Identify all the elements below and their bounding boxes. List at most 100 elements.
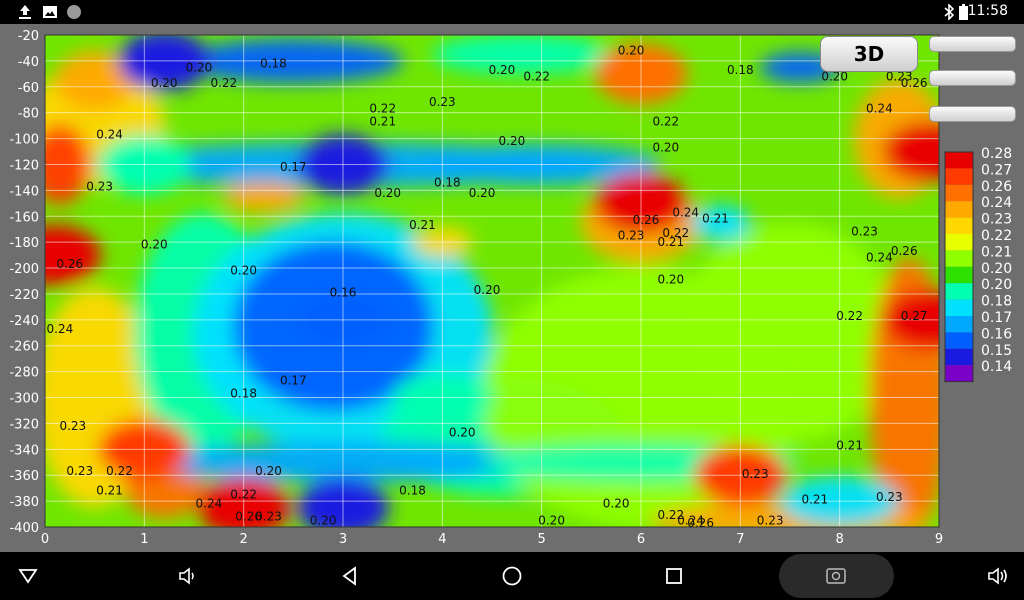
contour-label: 0.22 (652, 115, 679, 129)
status-bar: 11:58 (0, 0, 1024, 24)
menu-button-2[interactable] (929, 70, 1016, 86)
y-tick-label: -180 (9, 236, 39, 251)
contour-label: 0.22 (369, 102, 396, 116)
y-tick-label: -380 (9, 495, 39, 510)
contour-label: 0.22 (836, 309, 863, 323)
contour-label: 0.17 (280, 160, 307, 174)
contour-label: 0.23 (618, 229, 645, 243)
contour-label: 0.20 (310, 513, 337, 527)
volume-down-icon (179, 567, 194, 585)
colorbar-swatch (945, 299, 973, 316)
contour-label: 0.23 (876, 490, 903, 504)
x-tick-label: 3 (339, 532, 347, 547)
contour-label: 0.20 (603, 497, 630, 511)
recents-button[interactable] (654, 552, 694, 600)
contour-label: 0.26 (235, 510, 262, 524)
x-tick-label: 5 (538, 532, 546, 547)
colorbar-label: 0.14 (981, 359, 1012, 375)
menu-button-3[interactable] (929, 106, 1016, 122)
app-area: 0.24 0.23 0.20 0.20 0.22 0.18 0.21 0.22 0.23 0.20… (0, 24, 1024, 552)
bluetooth-icon (944, 4, 955, 20)
contour-label: 0.27 (901, 309, 928, 323)
contour-label: 0.23 (86, 179, 113, 193)
3d-view-button[interactable]: 3D (820, 36, 918, 72)
back-button[interactable] (330, 552, 370, 600)
colorbar-label: 0.18 (981, 294, 1012, 310)
contour-label: 0.26 (56, 257, 83, 271)
contour-label: 0.22 (106, 464, 133, 478)
colorbar-swatch (945, 184, 973, 202)
menu-button-1[interactable] (929, 36, 1016, 52)
colorbar-label: 0.28 (981, 146, 1012, 162)
x-tick-label: 8 (836, 532, 844, 547)
y-tick-label: -40 (18, 55, 39, 70)
colorbar-swatch (945, 348, 973, 366)
colorbar-swatch (945, 217, 973, 234)
contour-chart[interactable]: 0.240.230.200.200.220.180.210.22 0.230.20… (0, 24, 1024, 552)
contour-label: 0.18 (260, 56, 287, 70)
contour-label: 0.18 (230, 387, 257, 401)
contour-label: 0.20 (449, 425, 476, 439)
contour-label: 0.21 (409, 218, 436, 232)
battery-icon (959, 4, 968, 20)
y-tick-label: -100 (9, 133, 39, 148)
status-time: 11:58 (967, 3, 1008, 19)
contour-label: 0.21 (801, 493, 828, 507)
contour-label: 0.22 (662, 226, 689, 240)
volume-down-button[interactable] (168, 552, 208, 600)
colorbar-swatch (945, 234, 973, 251)
x-tick-label: 6 (637, 532, 645, 547)
recents-icon (666, 568, 682, 584)
y-tick-label: -260 (9, 340, 39, 355)
x-tick-label: 1 (140, 532, 148, 547)
colorbar-swatch (945, 332, 973, 349)
contour-label: 0.23 (851, 225, 878, 239)
contour-label: 0.20 (141, 238, 168, 252)
volume-up-icon (988, 567, 1007, 585)
screenshot-icon (826, 568, 846, 584)
contour-label: 0.26 (687, 516, 714, 530)
contour-label: 0.18 (727, 63, 754, 77)
contour-label: 0.22 (210, 76, 237, 90)
contour-label: 0.20 (489, 63, 516, 77)
contour-label: 0.24 (96, 128, 123, 142)
contour-label: 0.17 (280, 374, 307, 388)
y-tick-label: -20 (18, 29, 39, 44)
contour-label: 0.20 (374, 186, 401, 200)
back-icon (342, 566, 356, 586)
contour-label: 0.20 (255, 464, 282, 478)
contour-label: 0.20 (652, 141, 679, 155)
nav-dropdown-button[interactable] (8, 552, 48, 600)
contour-label: 0.23 (757, 513, 784, 527)
home-icon (502, 566, 522, 586)
contour-label: 0.24 (866, 102, 893, 116)
volume-up-button[interactable] (978, 552, 1018, 600)
y-tick-label: -340 (9, 443, 39, 458)
contour-label: 0.20 (538, 513, 565, 527)
colorbar-label: 0.17 (981, 310, 1012, 326)
contour-label: 0.18 (399, 484, 426, 498)
contour-label: 0.20 (230, 264, 257, 278)
y-tick-label: -220 (9, 288, 39, 303)
y-tick-label: -200 (9, 262, 39, 277)
contour-label: 0.21 (96, 484, 123, 498)
colorbar-label: 0.20 (981, 261, 1012, 277)
y-tick-label: -240 (9, 314, 39, 329)
x-tick-label: 2 (240, 532, 248, 547)
contour-label: 0.26 (633, 213, 660, 227)
contour-label: 0.20 (186, 60, 213, 74)
colorbar-label: 0.20 (981, 277, 1012, 293)
contour-label: 0.24 (866, 251, 893, 265)
colorbar-label: 0.16 (981, 326, 1012, 342)
colorbar-swatch (945, 266, 973, 284)
home-button[interactable] (492, 552, 532, 600)
contour-label: 0.16 (330, 286, 357, 300)
contour-label: 0.20 (499, 134, 526, 148)
screenshot-button[interactable] (815, 552, 857, 600)
colorbar-label: 0.27 (981, 162, 1012, 178)
image-icon (43, 6, 57, 18)
x-tick-label: 4 (438, 532, 446, 547)
colorbar: 0.280.270.260.240.230.220.210.200.200.18… (944, 146, 1012, 383)
colorbar-label: 0.22 (981, 228, 1012, 244)
contour-label: 0.23 (429, 95, 456, 109)
